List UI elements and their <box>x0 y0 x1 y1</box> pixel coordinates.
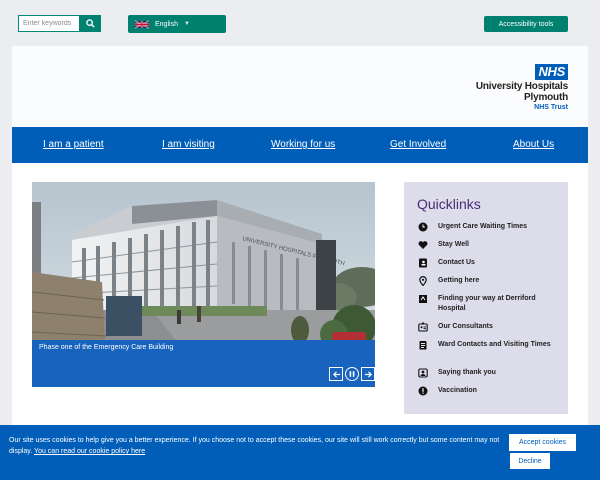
quicklink-ward-contacts[interactable]: Ward Contacts and Visiting Times <box>418 340 551 350</box>
quicklink-label: Ward Contacts and Visiting Times <box>438 341 551 348</box>
quicklink-finding-your-way[interactable]: Finding your way at Derriford Hospital <box>418 294 558 314</box>
cookie-policy-link[interactable]: You can read our cookie policy here <box>34 448 145 455</box>
nav-item-about[interactable]: About Us <box>513 139 554 150</box>
location-pin-icon <box>419 276 427 286</box>
site-logo[interactable]: NHS University Hospitals Plymouth NHS Tr… <box>476 63 568 112</box>
quicklink-label: Vaccination <box>438 387 477 394</box>
accessibility-tools-label: Accessibility tools <box>498 20 554 28</box>
accessibility-tools-button[interactable]: Accessibility tools <box>484 16 568 32</box>
quicklink-consultants[interactable]: Our Consultants <box>418 322 493 332</box>
carousel-prev-button[interactable] <box>329 367 343 381</box>
main-nav: I am a patient I am visiting Working for… <box>12 127 588 163</box>
heart-icon <box>418 241 428 249</box>
language-selector[interactable]: English ▼ <box>128 15 226 33</box>
nhs-badge: NHS <box>535 64 568 80</box>
quicklink-label: Finding your way at Derriford Hospital <box>438 295 536 312</box>
carousel-caption: Phase one of the Emergency Care Building <box>39 344 174 351</box>
quicklink-label: Saying thank you <box>438 369 496 376</box>
alert-icon <box>418 386 428 396</box>
nav-item-patient[interactable]: I am a patient <box>43 139 104 150</box>
quicklink-label: Our Consultants <box>438 323 493 330</box>
map-icon <box>419 295 427 303</box>
quicklink-saying-thank-you[interactable]: Saying thank you <box>418 368 496 378</box>
cookie-message: Our site uses cookies to help give you a… <box>9 435 504 457</box>
quicklink-label: Urgent Care Waiting Times <box>438 223 528 230</box>
chevron-down-icon: ▼ <box>183 21 190 27</box>
decline-cookies-label: Decline <box>518 457 542 465</box>
uk-flag-icon <box>135 19 149 29</box>
arrow-left-icon <box>332 370 340 378</box>
logo-name-line1: University Hospitals <box>475 81 568 92</box>
language-label: English <box>155 20 178 28</box>
utility-bar: English ▼ Accessibility tools <box>0 0 600 46</box>
clock-icon <box>418 222 428 232</box>
quicklink-vaccination[interactable]: Vaccination <box>418 386 477 396</box>
nav-item-visiting[interactable]: I am visiting <box>162 139 215 150</box>
thank-you-icon <box>418 368 428 378</box>
search-input[interactable] <box>18 15 79 32</box>
quicklink-label: Getting here <box>438 277 480 284</box>
arrow-right-icon <box>364 370 372 378</box>
id-badge-icon <box>418 322 428 332</box>
quicklink-getting-here[interactable]: Getting here <box>418 276 479 286</box>
quicklink-label: Stay Well <box>438 241 469 248</box>
logo-trust: NHS Trust <box>534 104 568 111</box>
carousel-next-button[interactable] <box>361 367 375 381</box>
quicklink-stay-well[interactable]: Stay Well <box>418 240 469 250</box>
cookie-banner: Our site uses cookies to help give you a… <box>0 425 600 480</box>
search-form <box>18 15 101 32</box>
search-button[interactable] <box>79 15 101 32</box>
quicklink-contact-us[interactable]: Contact Us <box>418 258 475 268</box>
nav-item-working[interactable]: Working for us <box>271 139 335 150</box>
carousel-pause-button[interactable] <box>345 367 359 381</box>
site-header: NHS University Hospitals Plymouth NHS Tr… <box>12 46 588 127</box>
accept-cookies-label: Accept cookies <box>518 439 567 446</box>
accept-cookies-button[interactable]: Accept cookies <box>509 434 576 451</box>
quicklinks-title: Quicklinks <box>417 196 481 212</box>
quicklink-urgent-care[interactable]: Urgent Care Waiting Times <box>418 222 527 232</box>
contact-card-icon <box>419 258 427 268</box>
clipboard-icon <box>419 341 427 350</box>
main-content: UNIVERSITY HOSPITALS PLYMOUTH Phase one … <box>12 163 588 428</box>
hero-carousel: UNIVERSITY HOSPITALS PLYMOUTH Phase one … <box>32 182 375 387</box>
logo-name-line2: Plymouth <box>524 92 568 103</box>
quicklink-label: Contact Us <box>438 259 475 266</box>
pause-icon <box>349 371 355 377</box>
decline-cookies-button[interactable]: Decline <box>510 453 550 469</box>
search-icon <box>85 19 95 28</box>
carousel-caption-bar: Phase one of the Emergency Care Building <box>32 340 375 387</box>
quicklinks-panel: Quicklinks Urgent Care Waiting Times Sta… <box>404 182 568 414</box>
nav-item-get-involved[interactable]: Get Involved <box>390 139 446 150</box>
